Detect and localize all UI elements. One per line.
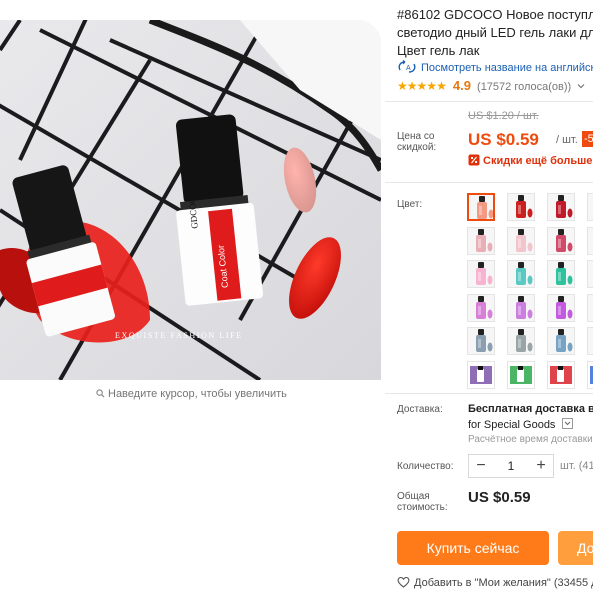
color-swatch[interactable] [467,360,495,389]
title-line: светодио дный LED гель лаки для [397,25,593,40]
quantity-label: Количество: [397,461,454,472]
color-swatch[interactable] [507,193,535,221]
discount-tag-icon [468,154,480,166]
color-swatch[interactable] [467,293,495,322]
rating-count: (17572 голоса(ов)) [477,81,572,93]
star-icon: ★ [397,79,408,93]
shipping-value[interactable]: Бесплатная доставка в Р [468,403,593,415]
quantity-increase-button[interactable]: + [529,455,553,477]
color-swatch[interactable] [587,260,593,288]
add-to-wishlist-link[interactable]: Добавить в "Мои желания" (33455 до [397,576,593,589]
color-swatch[interactable] [547,226,575,255]
old-price: US $1.20 / шт. [468,110,539,122]
special-goods-text: for Special Goods [468,419,556,431]
shipping-label: Доставка: [397,404,443,415]
wishlist-text: Добавить в "Мои желания" (33455 до [414,577,593,589]
image-slogan: EXQUISTE FASHION LIFE [115,331,243,340]
quantity-decrease-button[interactable]: − [469,455,493,477]
total-label: Общая стоимость: [397,491,448,513]
color-swatch[interactable] [587,360,593,389]
product-image[interactable]: Coat Color GDCOCO EXQUISTE FASHION LIFE [0,20,381,380]
color-swatch[interactable] [587,193,593,221]
product-title: #86102 GDCOCO Новое поступле светодио дн… [397,6,593,60]
quantity-input[interactable]: 1 [493,455,529,477]
color-swatch[interactable] [547,360,575,389]
add-to-cart-button[interactable]: До [558,531,593,565]
color-swatch[interactable] [587,226,593,255]
color-swatch[interactable] [507,293,535,322]
title-line: #86102 GDCOCO Новое поступле [397,7,593,22]
special-goods-selector[interactable]: for Special Goods [468,418,573,431]
title-line: Цвет гель лак [397,43,480,58]
color-swatch[interactable] [547,327,575,355]
color-swatch[interactable] [507,260,535,288]
color-swatch[interactable] [587,293,593,322]
divider [385,393,593,394]
translate-icon: A [398,60,416,73]
chevron-down-icon [577,84,585,89]
translate-link-text: Посмотреть название на английско [421,62,593,74]
color-swatch[interactable] [547,260,575,288]
color-swatch[interactable] [547,293,575,322]
star-icon: ★ [406,79,418,93]
rating-value: 4.9 [452,78,471,93]
star-icon: ★ [416,79,428,93]
total-price: US $0.59 [468,489,531,506]
star-icon: ★ [426,79,437,93]
star-icon: ★ [436,79,447,93]
bulk-discount-text: Скидки ещё больше в [483,155,593,167]
color-swatch[interactable] [467,226,495,255]
product-photo: Coat Color GDCOCO EXQUISTE FASHION LIFE [0,20,381,380]
color-swatch[interactable] [547,193,575,221]
color-swatch[interactable] [467,260,495,288]
bulk-discount-link[interactable]: Скидки ещё больше в [468,154,593,167]
chevron-down-icon[interactable] [561,418,573,429]
quantity-stepper: − 1 + [468,454,554,478]
sale-price-label: Цена со скидкой: [397,131,437,153]
buy-now-button[interactable]: Купить сейчас [397,531,549,565]
color-swatch[interactable] [467,327,495,355]
color-label: Цвет: [397,199,423,210]
divider [385,182,593,183]
color-swatch[interactable] [507,360,535,389]
magnifier-icon [96,389,105,398]
zoom-hint-text: Наведите курсор, чтобы увеличить [108,388,287,400]
price-unit: / шт. [556,134,578,146]
sale-price: US $0.59 [468,130,539,149]
delivery-estimate: Расчётное время доставки [468,434,593,445]
quantity-unit: шт. (41 [560,460,593,472]
divider [385,101,593,102]
color-swatch[interactable] [507,226,535,255]
color-swatch[interactable] [587,327,593,355]
color-swatch[interactable] [467,193,495,221]
heart-icon [397,576,410,588]
translate-link[interactable]: A Посмотреть название на английско [397,60,593,74]
svg-text:A: A [406,65,411,72]
zoom-hint: Наведите курсор, чтобы увеличить [96,388,287,400]
rating-row[interactable]: ★★★★★ 4.9 (17572 голоса(ов)) [397,78,585,93]
discount-badge: -5 [582,131,593,147]
color-swatch[interactable] [507,327,535,355]
